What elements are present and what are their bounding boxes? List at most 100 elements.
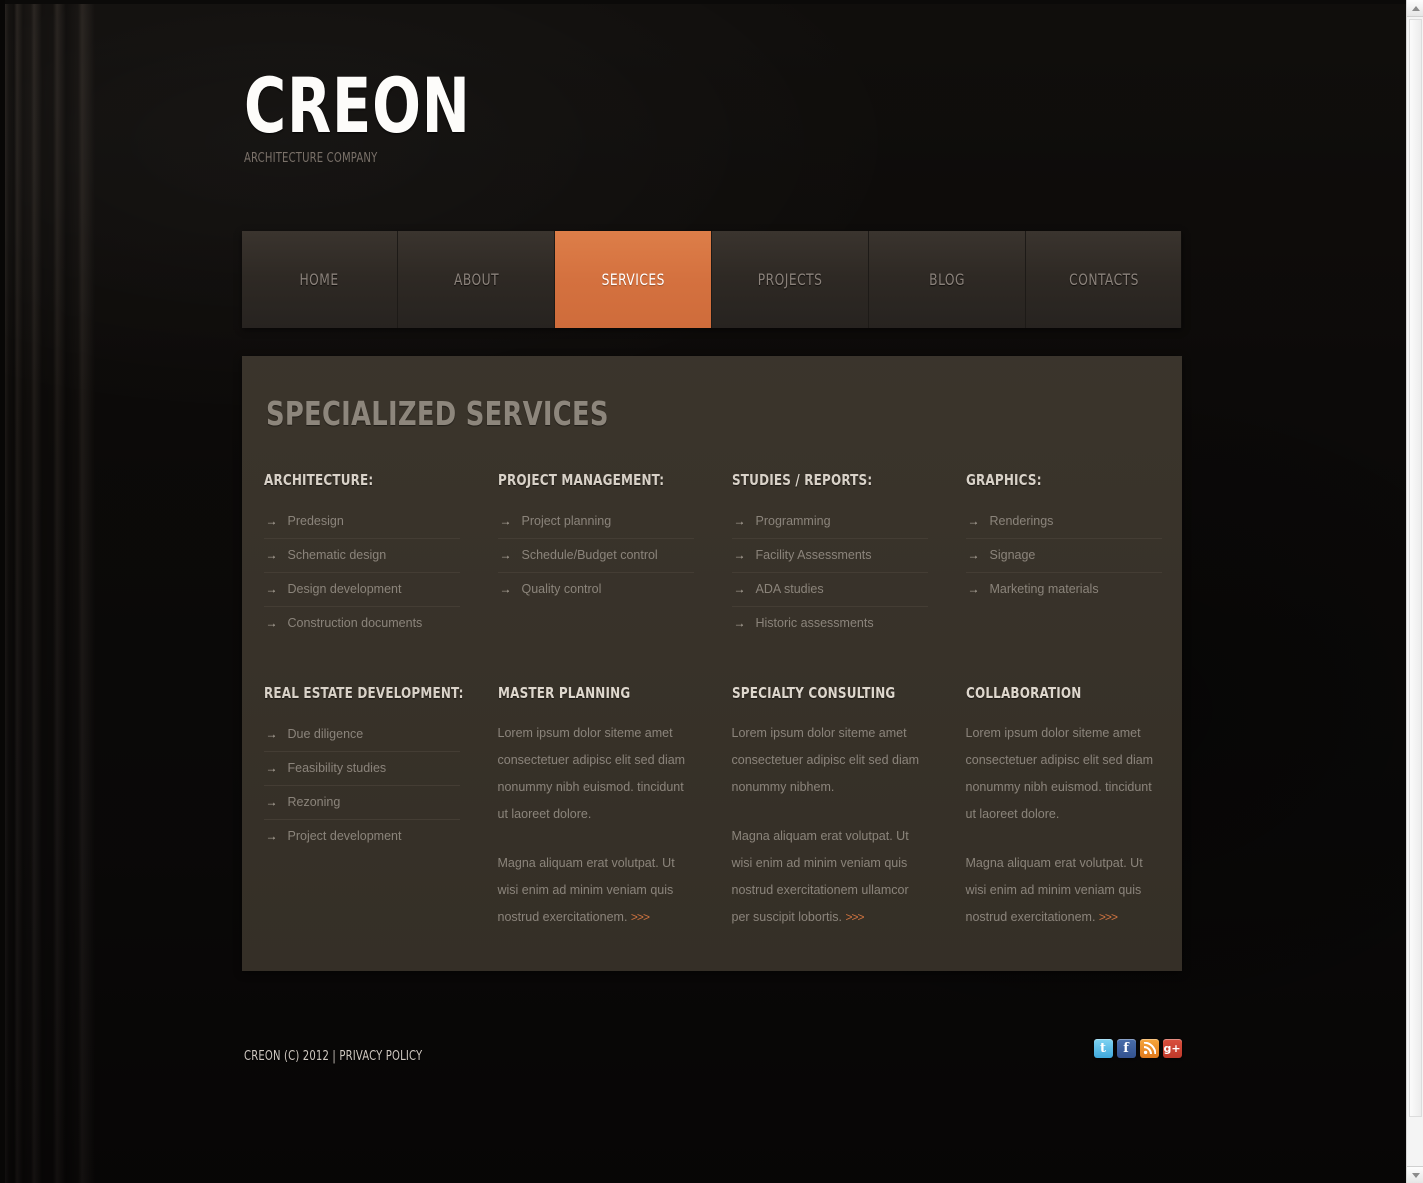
scroll-up-button[interactable] — [1407, 0, 1423, 17]
list-item[interactable]: → Design development — [263, 573, 460, 608]
paragraph: Magna aliquam erat volutpat. Ut wisi eni… — [498, 850, 694, 931]
rss-icon[interactable] — [1139, 1039, 1159, 1059]
list-item[interactable]: → Due diligence — [263, 718, 460, 753]
list-item-label: Rezoning — [287, 795, 341, 810]
list-item-label: Due diligence — [287, 727, 364, 742]
facebook-icon[interactable]: f — [1116, 1039, 1136, 1059]
list-item[interactable]: → Facility Assessments — [731, 539, 928, 574]
list-item[interactable]: → Project development — [264, 820, 460, 853]
browser-top-edge — [0, 0, 1423, 4]
arrow-right-icon: → — [733, 548, 746, 563]
gplus-icon[interactable]: g+ — [1162, 1039, 1182, 1059]
nav-item-about[interactable]: ABOUT — [398, 231, 556, 329]
arrow-right-icon: → — [733, 616, 746, 631]
arrow-right-icon: → — [265, 727, 278, 742]
services-real-estate-development-column: REAL ESTATE DEVELOPMENT: → Due diligence → F… — [263, 684, 464, 931]
services-graphics-heading-text: GRAPHICS: — [965, 471, 1042, 490]
list-item[interactable]: → ADA studies — [731, 573, 928, 608]
list-item-label: Construction documents — [287, 616, 423, 631]
list-item-label: Project planning — [521, 514, 612, 529]
text-block-heading: MASTER PLANNING — [498, 684, 694, 702]
list-item-label: Quality control — [521, 582, 602, 597]
nav-item-blog[interactable]: BLOG — [868, 231, 1026, 329]
arrow-right-icon: → — [967, 514, 980, 529]
text-block-collaboration: COLLABORATION Lorem ipsum dolor siteme am… — [966, 684, 1162, 931]
nav-item-services[interactable]: SERVICES — [555, 231, 712, 329]
list-item-label: Renderings — [989, 514, 1054, 529]
services-architecture-column: ARCHITECTURE: → Predesign → Schematic design… — [263, 471, 460, 640]
arrow-right-icon: → — [265, 795, 278, 810]
nav-item-label: CONTACTS — [1068, 270, 1139, 290]
content-panel: SPECIALIZED SERVICES ARCHITECTURE: → Prede… — [241, 356, 1182, 972]
nav-item-label: SERVICES — [601, 270, 665, 290]
list-item[interactable]: → Predesign — [263, 505, 460, 540]
scroll-down-button[interactable] — [1407, 1166, 1423, 1183]
list-item[interactable]: → Renderings — [965, 505, 1162, 540]
chevron-up-icon — [1411, 5, 1420, 11]
page-background: CREON ARCHITECTURE COMPANY HOME ABOUT SERV… — [0, 0, 1423, 1183]
read-more-link[interactable]: >>> — [631, 910, 650, 924]
paragraph: Lorem ipsum dolor siteme amet consectetu… — [965, 726, 1154, 822]
services-row-2: REAL ESTATE DEVELOPMENT: → Due diligence → F… — [263, 684, 1162, 931]
read-more-link[interactable]: >>> — [845, 910, 864, 924]
twitter-icon[interactable]: t — [1093, 1039, 1113, 1059]
list-item[interactable]: → Quality control — [498, 573, 694, 606]
list-item-label: Marketing materials — [989, 582, 1099, 597]
nav-item-contacts[interactable]: CONTACTS — [1025, 231, 1182, 329]
nav-item-label: BLOG — [928, 270, 965, 290]
list-item[interactable]: → Feasibility studies — [263, 752, 460, 787]
arrow-right-icon: → — [265, 548, 278, 563]
services-graphics-heading: GRAPHICS: — [966, 471, 1162, 489]
list-item[interactable]: → Rezoning — [263, 786, 460, 821]
text-block-master-planning: MASTER PLANNING Lorem ipsum dolor siteme … — [498, 684, 694, 931]
paragraph: Magna aliquam erat volutpat. Ut wisi eni… — [732, 823, 928, 931]
arrow-right-icon: → — [265, 616, 278, 631]
services-real-estate-development-heading-text: REAL ESTATE DEVELOPMENT: — [263, 684, 464, 703]
nav-item-projects[interactable]: PROJECTS — [711, 231, 869, 329]
list-item[interactable]: → Programming — [731, 505, 928, 540]
list-item[interactable]: → Marketing materials — [966, 573, 1162, 606]
services-architecture-heading-text: ARCHITECTURE: — [263, 471, 373, 490]
nav-item-home[interactable]: HOME — [241, 231, 399, 329]
list-item-label: Historic assessments — [755, 616, 874, 631]
list-item-label: Design development — [287, 582, 402, 597]
services-row-1: ARCHITECTURE: → Predesign → Schematic design… — [263, 471, 1162, 640]
arrow-right-icon: → — [733, 582, 746, 597]
list-item[interactable]: → Historic assessments — [732, 607, 928, 640]
services-graphics-column: GRAPHICS: → Renderings → Signage → Marketing m… — [965, 471, 1162, 640]
services-architecture-list: → Predesign → Schematic design → Design devel… — [263, 505, 460, 640]
list-item-label: Schematic design — [287, 548, 387, 563]
list-item[interactable]: → Schedule/Budget control — [497, 539, 694, 574]
list-item[interactable]: → Project planning — [497, 505, 694, 540]
arrow-right-icon: → — [265, 582, 278, 597]
list-item-label: Facility Assessments — [755, 548, 872, 563]
main-navigation: HOME ABOUT SERVICES PROJECTS BLOG CONTACTS — [241, 231, 1182, 329]
list-item-label: Programming — [755, 514, 831, 529]
scrollbar-thumb[interactable] — [1409, 19, 1422, 1117]
gplus-icon-glyph: g+ — [1163, 1042, 1181, 1056]
arrow-right-icon: → — [265, 761, 278, 776]
list-item-label: ADA studies — [755, 582, 824, 597]
paragraph: Lorem ipsum dolor siteme amet consectetu… — [731, 726, 920, 795]
nav-item-label: PROJECTS — [757, 270, 823, 290]
text-block-heading: COLLABORATION — [966, 684, 1162, 702]
vertical-scrollbar[interactable] — [1406, 0, 1423, 1183]
arrow-right-icon: → — [499, 548, 512, 563]
arrow-right-icon: → — [967, 582, 980, 597]
list-item[interactable]: → Signage — [965, 539, 1162, 574]
page-title-text: SPECIALIZED SERVICES — [265, 394, 609, 434]
copyright-text: CREON (C) 2012 | PRIVACY POLICY — [244, 1049, 451, 1064]
nav-item-label: HOME — [299, 270, 339, 290]
site-logo[interactable]: CREON — [244, 67, 1032, 143]
social-links: t f g+ — [1093, 1039, 1182, 1059]
text-block-heading-text: SPECIALTY CONSULTING — [731, 684, 895, 703]
arrow-right-icon: → — [499, 582, 512, 597]
browser-left-edge — [0, 0, 5, 1183]
list-item[interactable]: → Construction documents — [264, 607, 460, 640]
site-tagline: ARCHITECTURE COMPANY — [243, 151, 377, 167]
copyright-label: CREON (C) 2012 | PRIVACY POLICY — [243, 1049, 422, 1065]
list-item[interactable]: → Schematic design — [263, 539, 460, 574]
read-more-link[interactable]: >>> — [1099, 910, 1118, 924]
services-project-management-list: → Project planning → Schedule/Budget contro… — [497, 505, 694, 606]
paragraph-text: Magna aliquam erat volutpat. Ut wisi eni… — [731, 829, 909, 925]
